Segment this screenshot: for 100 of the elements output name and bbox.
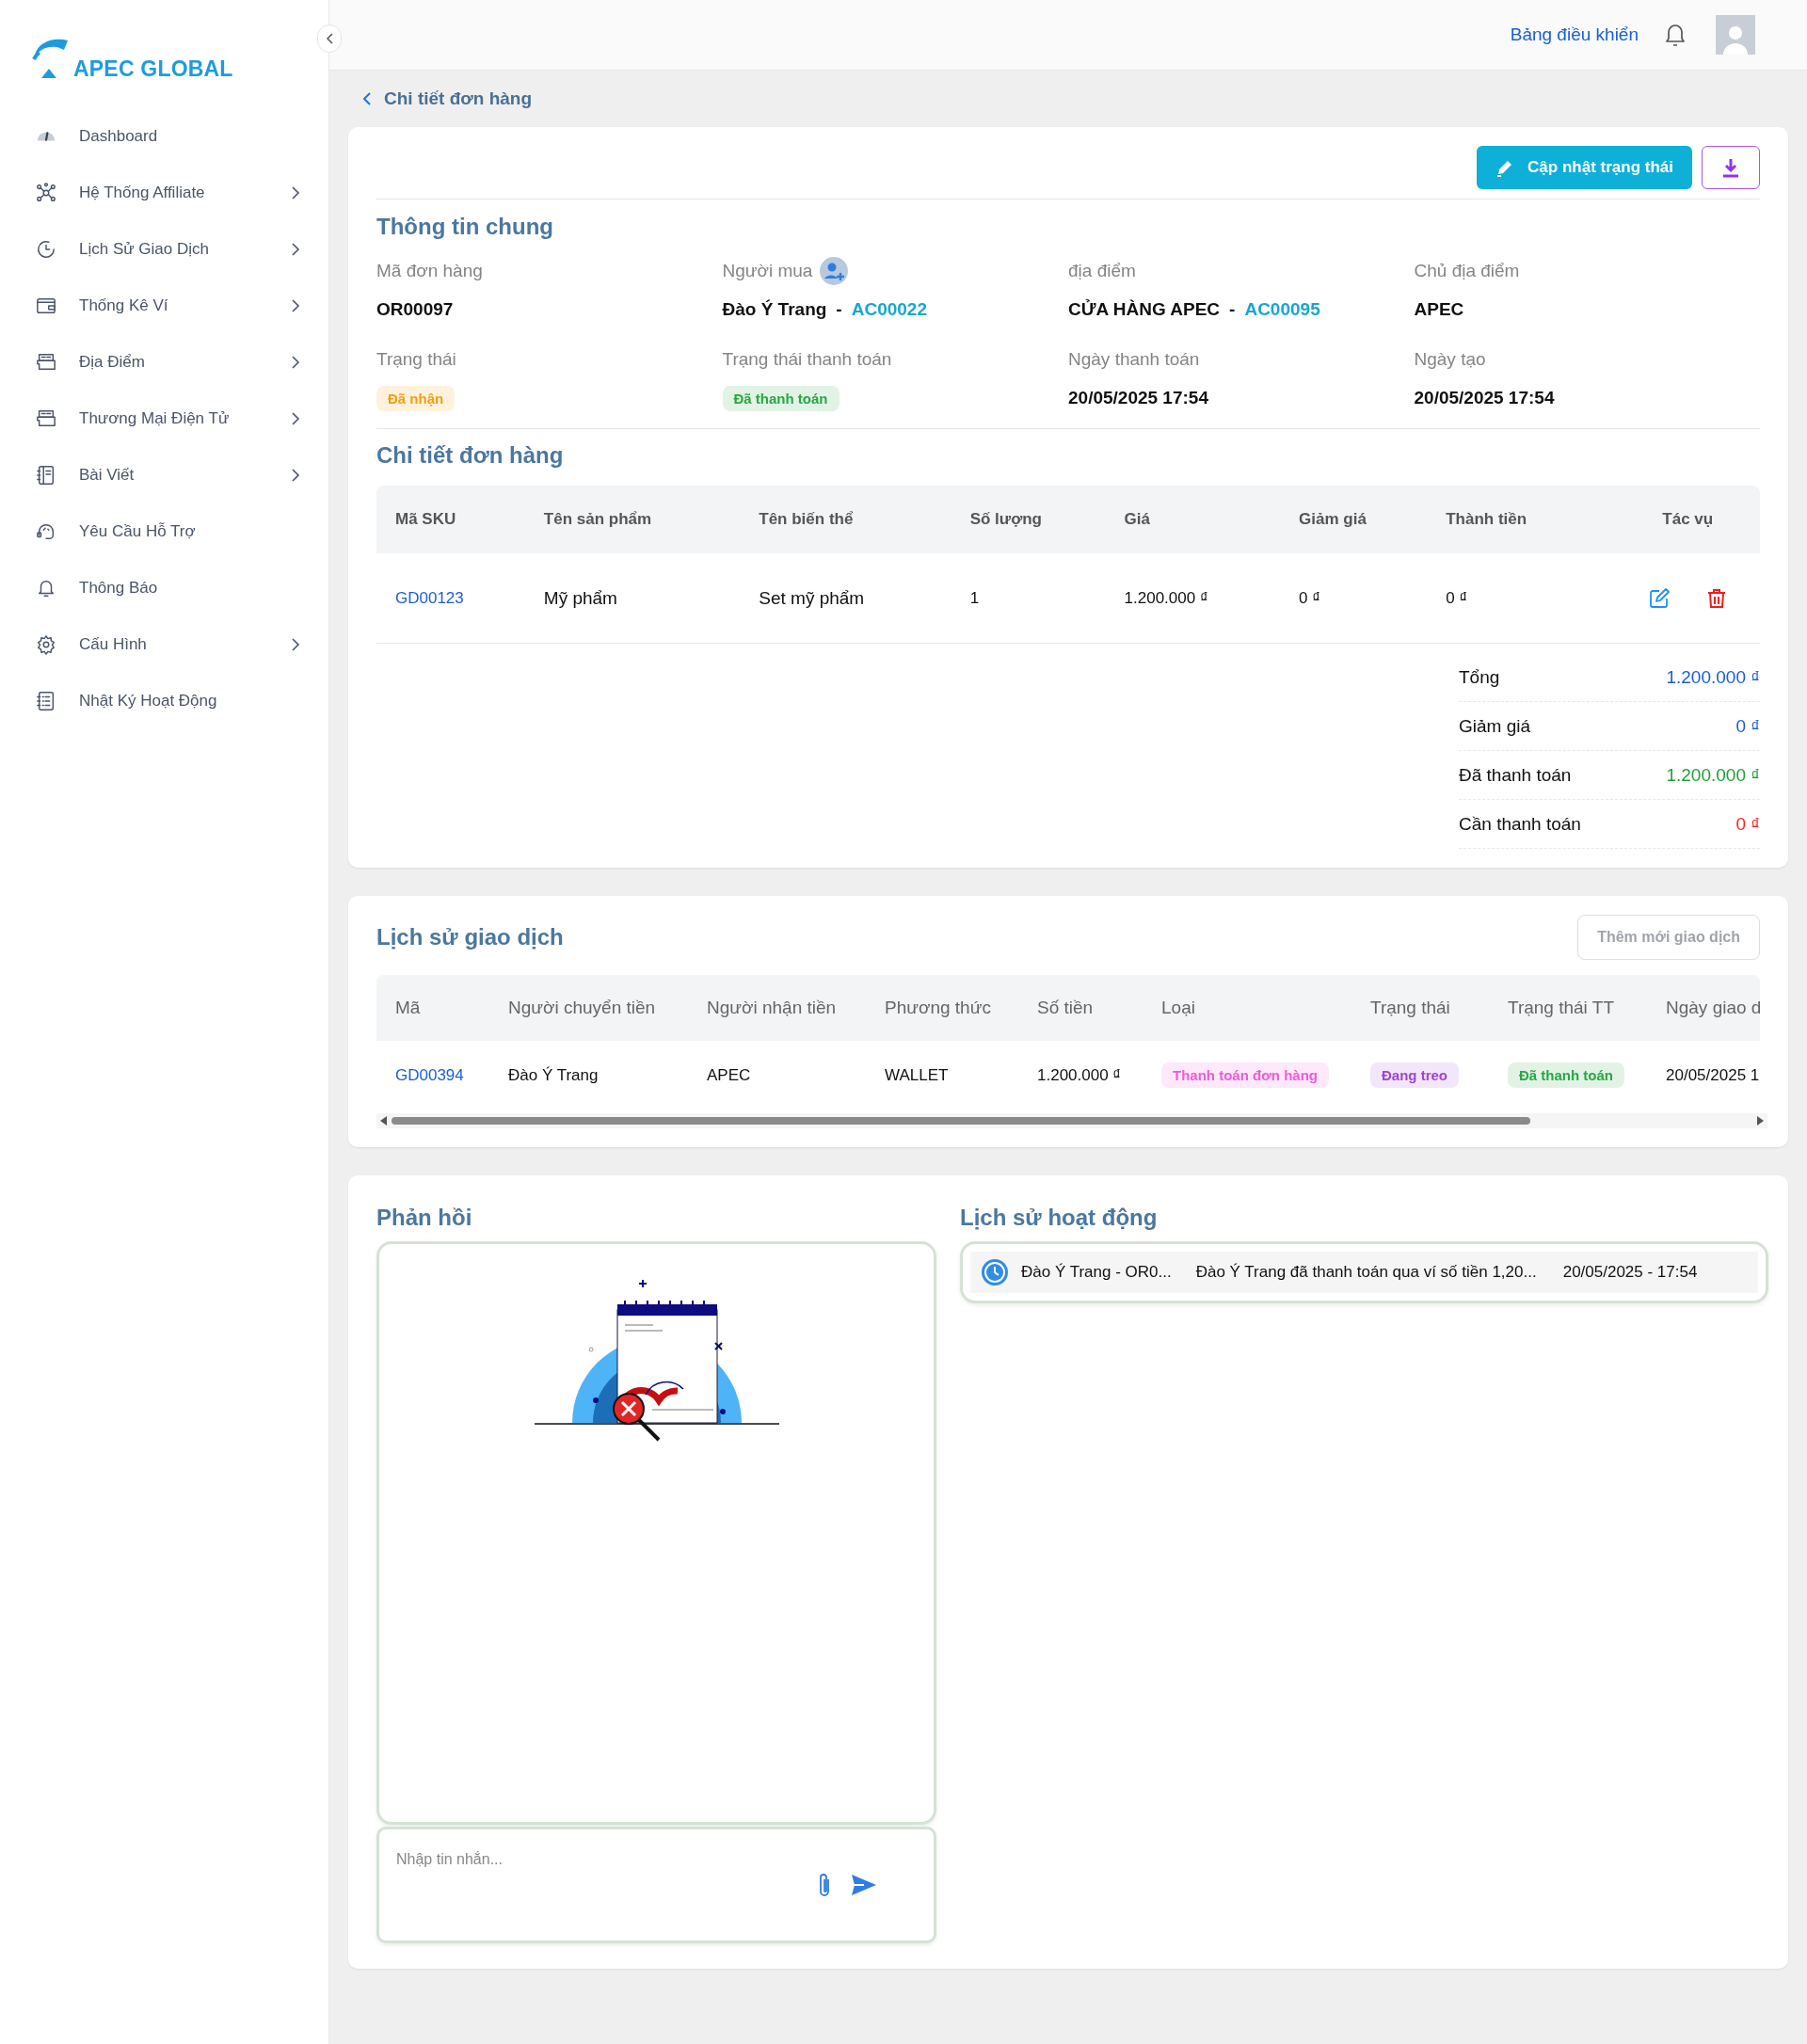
bell-icon	[36, 578, 56, 599]
field-label: Ngày thanh toán	[1068, 349, 1200, 370]
sidebar-item[interactable]: Hệ Thống Affiliate	[0, 165, 328, 221]
notebook-icon	[36, 465, 56, 486]
sidebar-item[interactable]: Thương Mại Điện Tử	[0, 391, 328, 447]
separator: -	[836, 299, 842, 320]
summary-value: 1.200.000 ₫	[1666, 764, 1760, 786]
dashboard-link[interactable]: Bảng điều khiển	[1510, 24, 1639, 45]
column-header: Trạng thái TT	[1507, 998, 1615, 1018]
add-user-icon[interactable]	[820, 257, 849, 285]
column-header: Ngày giao d	[1665, 998, 1760, 1018]
sidebar-item[interactable]: Địa Điểm	[0, 334, 328, 391]
transaction-link[interactable]: GD00394	[376, 1065, 489, 1085]
chevron-left-icon	[326, 33, 333, 44]
sidebar-item[interactable]: Thống Kê Ví	[0, 278, 328, 334]
wallet-icon	[36, 295, 56, 316]
column-header: Tên sản phẩm	[524, 486, 741, 553]
field-value: 20/05/2025 17:54	[1068, 388, 1208, 408]
column-header: Tác vụ	[1596, 486, 1760, 553]
summary-value: 0 ₫	[1735, 715, 1760, 737]
sidebar-item[interactable]: Lịch Sử Giao Dịch	[0, 221, 328, 278]
field-value: 20/05/2025 17:54	[1414, 388, 1555, 408]
table-cell: 1	[951, 553, 1106, 644]
edit-icon	[1649, 587, 1671, 609]
separator: -	[1229, 299, 1236, 320]
summary-label: Đã thanh toán	[1459, 764, 1572, 786]
sidebar-item[interactable]: Dashboard	[0, 108, 328, 165]
chevron-left-icon	[362, 92, 371, 105]
column-header: Tên biến thể	[740, 486, 951, 553]
section-title: Lịch sử giao dịch	[376, 924, 564, 950]
column-header: Số lượng	[951, 486, 1106, 553]
status-badge: Đã nhận	[376, 385, 456, 411]
sidebar-item[interactable]: Bài Viết	[0, 447, 328, 503]
status-badge: Đã thanh toán	[722, 385, 840, 411]
collapse-button[interactable]	[317, 24, 342, 53]
column-header: Thành tiền	[1427, 486, 1597, 553]
field-value: Đào Ý Trang	[722, 299, 827, 320]
status-badge: Đã thanh toán	[1508, 1062, 1624, 1088]
scrollbar[interactable]	[376, 1113, 1767, 1128]
field-label: Người mua	[722, 261, 813, 281]
column-header: Mã SKU	[376, 486, 525, 553]
field-label: Chủ địa điểm	[1414, 261, 1520, 281]
activity-subject: Đào Ý Trang - OR0...	[1021, 1263, 1172, 1282]
table-cell: Mỹ phẩm	[524, 553, 741, 644]
summary-value: 0 ₫	[1735, 813, 1760, 835]
table-cell: 0 ₫	[1280, 553, 1428, 644]
table-cell-text: WALLET	[884, 1065, 950, 1085]
table-cell: 1.200.000 ₫	[1105, 553, 1281, 644]
field-value: CỬA HÀNG APEC	[1068, 299, 1221, 320]
table-cell-text: APEC	[706, 1065, 752, 1085]
sku-link[interactable]: GD00123	[395, 588, 464, 607]
field-label: Mã đơn hàng	[376, 261, 483, 281]
paperclip-icon	[817, 1872, 832, 1898]
column-header: Loại	[1160, 998, 1196, 1018]
store-icon	[36, 408, 56, 429]
table-cell-text: 20/05/2025 1	[1665, 1065, 1760, 1085]
activity-time: 20/05/2025 - 17:54	[1562, 1263, 1698, 1282]
headset-icon	[36, 521, 56, 542]
summary-value: 1.200.000 ₫	[1666, 666, 1760, 688]
back-link[interactable]: Chi tiết đơn hàng	[362, 88, 533, 109]
field-value: OR00097	[376, 299, 454, 320]
attach-button[interactable]	[817, 1872, 832, 1898]
send-icon	[851, 1874, 877, 1896]
field-label: địa điểm	[1068, 261, 1136, 281]
column-header: Giá	[1105, 486, 1281, 553]
column-header: Người chuyển tiền	[507, 998, 657, 1018]
field-label: Trạng thái thanh toán	[722, 349, 892, 370]
trash-icon	[1707, 587, 1727, 609]
clock-icon	[36, 239, 56, 260]
download-button[interactable]	[1702, 146, 1760, 189]
sidebar-item[interactable]: Nhật Ký Hoạt Động	[0, 673, 328, 729]
send-button[interactable]	[851, 1874, 877, 1896]
column-header: Giảm giá	[1280, 486, 1428, 553]
summary-label: Tổng	[1459, 666, 1500, 688]
table-cell: Set mỹ phẩm	[740, 553, 951, 644]
section-title: Chi tiết đơn hàng	[376, 442, 565, 469]
bell-icon[interactable]	[1663, 22, 1687, 48]
sidebar-item[interactable]: Cấu Hình	[0, 616, 328, 673]
column-header: Số tiền	[1036, 998, 1095, 1018]
table-cell: 0 ₫	[1427, 553, 1597, 644]
activity-message: Đào Ý Trang đã thanh toán qua ví số tiền 1,20...	[1195, 1263, 1537, 1282]
network-icon	[36, 183, 56, 203]
download-icon	[1721, 157, 1740, 178]
summary-label: Cần thanh toán	[1459, 813, 1581, 835]
list-icon	[36, 691, 56, 711]
sidebar-item[interactable]: Thông Báo	[0, 560, 328, 616]
edit-button[interactable]	[1649, 587, 1671, 609]
field-label: Ngày tạo	[1414, 349, 1486, 370]
sidebar-item[interactable]: Yêu Cầu Hỗ Trợ	[0, 503, 328, 560]
logo-text: APEC GLOBAL	[73, 58, 233, 80]
delete-button[interactable]	[1707, 587, 1727, 609]
gear-icon	[36, 634, 56, 655]
clock-icon	[982, 1259, 1008, 1285]
field-label: Trạng thái	[376, 349, 456, 370]
table-cell-text: Đào Ý Trang	[507, 1065, 600, 1085]
section-title: Phản hồi	[376, 1204, 473, 1232]
store-icon	[36, 352, 56, 373]
field-value: APEC	[1414, 299, 1464, 320]
status-badge: Đang treo	[1370, 1062, 1459, 1088]
status-badge: Thanh toán đơn hàng	[1161, 1062, 1329, 1088]
